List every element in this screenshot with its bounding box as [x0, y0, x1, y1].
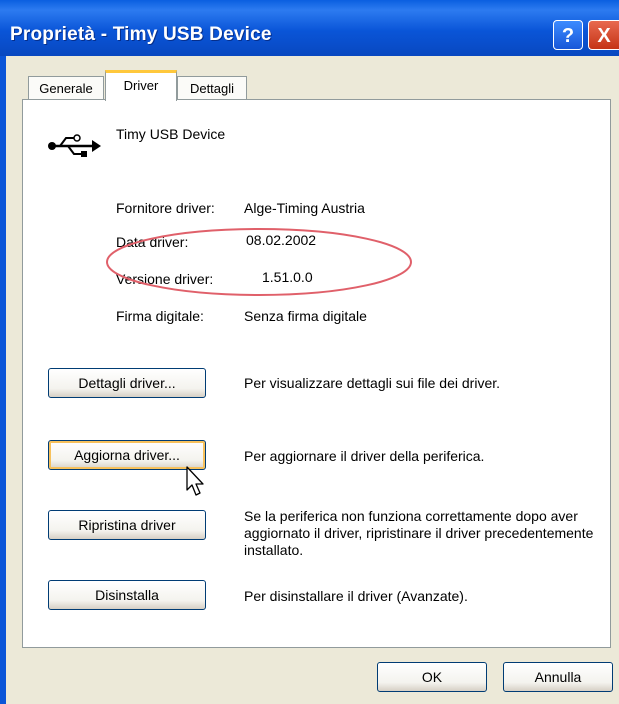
update-driver-description: Per aggiornare il driver della periferic…	[244, 448, 485, 464]
close-button[interactable]: X	[588, 20, 619, 50]
window-frame-left	[0, 56, 6, 704]
uninstall-description: Per disinstallare il driver (Avanzate).	[244, 588, 468, 604]
driver-details-description: Per visualizzare dettagli sui file dei d…	[244, 375, 501, 391]
signature-value: Senza firma digitale	[244, 308, 367, 324]
update-driver-button[interactable]: Aggiorna driver...	[48, 440, 206, 470]
tab-generale[interactable]: Generale	[28, 76, 104, 100]
window-title: Proprietà - Timy USB Device	[10, 24, 272, 45]
tab-driver[interactable]: Driver	[105, 70, 177, 101]
rollback-driver-description: Se la periferica non funziona correttame…	[244, 508, 594, 558]
help-button[interactable]: ?	[553, 20, 583, 50]
rollback-driver-button[interactable]: Ripristina driver	[48, 510, 206, 540]
title-bar[interactable]: Proprietà - Timy USB Device ? X	[0, 0, 619, 56]
tab-dettagli[interactable]: Dettagli	[177, 76, 247, 100]
cancel-button[interactable]: Annulla	[503, 662, 613, 692]
signature-label: Firma digitale:	[116, 308, 204, 324]
mouse-cursor-icon	[186, 466, 204, 496]
device-name: Timy USB Device	[116, 126, 226, 142]
ok-button[interactable]: OK	[377, 662, 487, 692]
provider-label: Fornitore driver:	[116, 200, 215, 216]
usb-icon	[48, 134, 101, 157]
uninstall-button[interactable]: Disinstalla	[48, 580, 206, 610]
highlight-ellipse	[106, 228, 412, 296]
provider-value: Alge-Timing Austria	[244, 200, 365, 216]
driver-details-button[interactable]: Dettagli driver...	[48, 368, 206, 398]
